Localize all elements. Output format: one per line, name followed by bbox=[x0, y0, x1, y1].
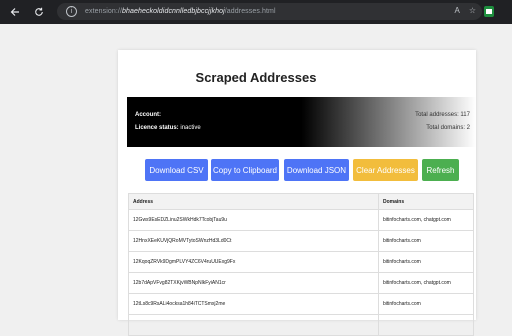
bookmark-star-icon[interactable]: ☆ bbox=[469, 6, 476, 15]
addresses-table: Address Domains 12Gws9EsEDZLinu2SWkHdk7T… bbox=[128, 193, 474, 336]
reload-icon bbox=[35, 7, 43, 16]
reader-mode-icon[interactable]: A bbox=[454, 6, 459, 15]
table-header-row: Address Domains bbox=[128, 193, 474, 210]
back-button[interactable] bbox=[6, 3, 24, 21]
download-json-button[interactable]: Download JSON bbox=[284, 159, 349, 181]
action-buttons: Download CSV Copy to Clipboard Download … bbox=[0, 159, 512, 181]
page-title: Scraped Addresses bbox=[195, 70, 317, 85]
address-cell: 12tLs8c9RsALi4ocksa1h84iTCTSmxj2me bbox=[128, 293, 379, 315]
account-label: Account: bbox=[135, 112, 161, 118]
reload-button[interactable] bbox=[30, 3, 48, 21]
url-text: extension://bhaeheckoldidcnnlledbjbccjjk… bbox=[85, 8, 276, 15]
licence-status: Licence status: inactive bbox=[135, 125, 201, 131]
domains-cell: bitinfocharts.com, chatgpt.com bbox=[378, 209, 474, 231]
address-cell bbox=[128, 314, 379, 336]
table-row: 12HnxXEeKUVjQRoMVTytoSWnzHd3Ld0Ct bitinf… bbox=[128, 230, 474, 252]
total-domains: Total domains: 2 bbox=[426, 125, 470, 131]
refresh-button[interactable]: Refresh bbox=[422, 159, 459, 181]
address-cell: 12b7dApVFvg82TXKjvWBNpNlkFyiAN1cr bbox=[128, 272, 379, 294]
domains-cell bbox=[378, 314, 474, 336]
address-bar[interactable]: i extension://bhaeheckoldidcnnlledbjbccj… bbox=[57, 3, 482, 20]
total-addresses: Total addresses: 117 bbox=[415, 112, 470, 118]
account-info-banner: Account: Licence status: inactive Total … bbox=[127, 97, 476, 147]
address-cell: 12HnxXEeKUVjQRoMVTytoSWnzHd3Ld0Ct bbox=[128, 230, 379, 252]
download-csv-button[interactable]: Download CSV bbox=[145, 159, 208, 181]
table-row: 12b7dApVFvg82TXKjvWBNpNlkFyiAN1cr bitinf… bbox=[128, 272, 474, 294]
table-row bbox=[128, 314, 474, 336]
table-row: 12KqoqZRVk9DgmPLVY4ZC6V4ruUUExg9Fx bitin… bbox=[128, 251, 474, 273]
address-column-header: Address bbox=[128, 193, 379, 210]
address-cell: 12Gws9EsEDZLinu2SWkHdk7TcobjTau9u bbox=[128, 209, 379, 231]
extension-icon[interactable] bbox=[484, 6, 494, 17]
arrow-left-icon bbox=[10, 8, 19, 16]
site-info-icon[interactable]: i bbox=[66, 6, 77, 17]
clear-addresses-button[interactable]: Clear Addresses bbox=[353, 159, 418, 181]
domains-cell: bitinfocharts.com bbox=[378, 251, 474, 273]
copy-to-clipboard-button[interactable]: Copy to Clipboard bbox=[211, 159, 279, 181]
table-row: 12Gws9EsEDZLinu2SWkHdk7TcobjTau9u bitinf… bbox=[128, 209, 474, 231]
domains-cell: bitinfocharts.com bbox=[378, 293, 474, 315]
table-row: 12tLs8c9RsALi4ocksa1h84iTCTSmxj2me bitin… bbox=[128, 293, 474, 315]
address-cell: 12KqoqZRVk9DgmPLVY4ZC6V4ruUUExg9Fx bbox=[128, 251, 379, 273]
domains-cell: bitinfocharts.com bbox=[378, 230, 474, 252]
domains-column-header: Domains bbox=[378, 193, 474, 210]
browser-toolbar: i extension://bhaeheckoldidcnnlledbjbccj… bbox=[0, 0, 512, 24]
domains-cell: bitinfocharts.com, chatgpt.com bbox=[378, 272, 474, 294]
